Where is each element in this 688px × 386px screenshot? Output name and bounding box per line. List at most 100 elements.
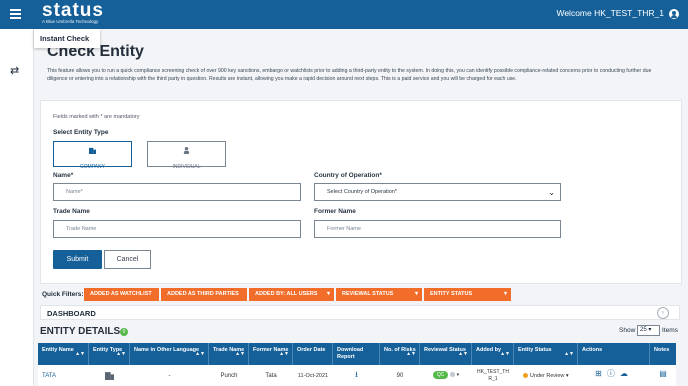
- col-entity-status[interactable]: Entity Status ▲▼: [514, 343, 578, 365]
- former-name-cell: Tata: [265, 373, 277, 379]
- chevron-down-icon: ▾: [503, 291, 507, 297]
- col-risks[interactable]: No. of Risks ▲▼: [380, 343, 420, 365]
- country-select[interactable]: Select Country of Operation* ⌄: [314, 183, 561, 201]
- trade-name-label: Trade Name: [53, 208, 90, 215]
- entity-details-title: ENTITY DETAILS: [40, 326, 121, 337]
- former-name-label: Former Name: [314, 208, 356, 215]
- items-label: Items: [662, 327, 678, 334]
- chevron-down-icon: ▾: [456, 372, 460, 378]
- status-dot-icon: [449, 371, 455, 377]
- filter-added-by-button[interactable]: ADDED BY: ALL USERS ▾: [249, 288, 334, 301]
- added-by-cell: HK_TEST_THR_1: [477, 369, 509, 382]
- col-entity-type[interactable]: Entity Type ▲▼: [89, 343, 130, 365]
- entity-count-badge: 0: [120, 328, 128, 336]
- entity-type-label: Select Entity Type: [53, 129, 109, 136]
- tab-instant-check[interactable]: Instant Check: [34, 29, 100, 48]
- company-type-label: COMPANY: [80, 164, 105, 170]
- col-label: Entity Name: [42, 347, 74, 353]
- col-other-language[interactable]: Name in Other Language ▲▼: [130, 343, 209, 365]
- col-former-name[interactable]: Former Name ▲▼: [249, 343, 293, 365]
- col-reviewal-status[interactable]: Reviewal Status ▲▼: [420, 343, 472, 365]
- order-date-cell: 11-Oct-2021: [297, 373, 329, 379]
- submit-button[interactable]: Submit: [53, 250, 102, 269]
- former-name-input[interactable]: Former Name: [314, 220, 561, 238]
- col-added-by[interactable]: Added by ▲▼: [472, 343, 514, 365]
- qc-badge: QC: [432, 371, 449, 379]
- sort-icon: ▲▼: [279, 351, 289, 357]
- filter-third-parties-button[interactable]: ADDED AS THIRD PARTIES: [161, 288, 247, 301]
- top-bar: status A Blue Umbrella Technology Welcom…: [0, 0, 688, 29]
- dashboard-label: DASHBOARD: [47, 309, 96, 318]
- filter-added-by-label: ADDED BY: ALL USERS: [255, 291, 318, 297]
- status-dot-icon: [523, 373, 529, 379]
- building-icon: [89, 365, 130, 386]
- info-icon[interactable]: ⓘ: [607, 369, 620, 378]
- individual-type-label: INDIVIDUAL: [172, 164, 201, 170]
- trade-name-cell: Punch: [220, 373, 238, 379]
- name-label: Name*: [53, 172, 74, 179]
- name-input[interactable]: Name*: [53, 183, 301, 201]
- org-chart-icon[interactable]: ⊞: [595, 369, 607, 378]
- sidebar: ⇄: [0, 29, 34, 386]
- col-order-date[interactable]: Order Date: [293, 343, 333, 365]
- logo-text: status: [42, 0, 104, 21]
- country-select-value: Select Country of Operation*: [327, 189, 398, 195]
- filter-entity-status-button[interactable]: ENTITY STATUS ▾: [424, 288, 511, 301]
- person-icon: [183, 147, 190, 154]
- page-size-select[interactable]: 25 ▾: [637, 325, 660, 336]
- download-icon[interactable]: ⭳: [333, 365, 380, 386]
- chevron-right-icon[interactable]: ›: [657, 307, 669, 319]
- col-trade-name[interactable]: Trade Name ▲▼: [209, 343, 249, 365]
- logo: status A Blue Umbrella Technology: [42, 0, 104, 25]
- chevron-down-icon: ▾: [565, 373, 569, 379]
- building-icon: [89, 147, 96, 154]
- menu-icon[interactable]: [10, 9, 21, 21]
- filter-entity-status-label: ENTITY STATUS: [430, 291, 473, 297]
- trade-name-input[interactable]: Trade Name: [53, 220, 301, 238]
- page-intro: This feature allows you to run a quick c…: [47, 68, 652, 82]
- col-label: Download Report: [337, 347, 364, 360]
- filter-reviewal-label: REVIEWAL STATUS: [342, 291, 394, 297]
- reviewal-status-cell[interactable]: QC ▾: [420, 365, 472, 386]
- table-header: Entity Name ▲▼ Entity Type ▲▼ Name in Othe…: [38, 343, 676, 365]
- entity-name-link[interactable]: TATA: [38, 365, 89, 386]
- col-label: Entity Status: [518, 347, 552, 353]
- col-notes: Notes: [650, 343, 676, 365]
- user-icon[interactable]: [669, 9, 679, 19]
- sort-icon: ▲▼: [458, 351, 468, 357]
- page-size-value: 25: [640, 327, 647, 333]
- sort-icon: ▲▼: [195, 351, 205, 357]
- mandatory-note: Fields marked with * are mandatory: [53, 114, 140, 120]
- col-download-report: Download Report: [333, 343, 380, 365]
- col-label: Notes: [654, 347, 670, 353]
- sort-icon: ▲▼: [235, 351, 245, 357]
- chevron-down-icon: ▾: [414, 291, 418, 297]
- dashboard-panel[interactable]: DASHBOARD ›: [40, 305, 680, 320]
- notes-icon[interactable]: ▤: [650, 365, 676, 386]
- country-label: Country of Operation*: [314, 172, 382, 179]
- col-actions: Actions: [578, 343, 650, 365]
- sort-icon: ▲▼: [564, 351, 574, 357]
- individual-type-button[interactable]: INDIVIDUAL: [147, 141, 226, 170]
- col-label: Actions: [582, 347, 603, 353]
- welcome-text: Welcome HK_TEST_THR_1: [556, 8, 664, 18]
- entity-status-cell[interactable]: Under Review ▾: [514, 365, 578, 386]
- check-entity-form: Fields marked with * are mandatory Selec…: [40, 100, 682, 284]
- col-entity-name[interactable]: Entity Name ▲▼: [38, 343, 89, 365]
- filter-reviewal-status-button[interactable]: REVIEWAL STATUS ▾: [336, 288, 422, 301]
- cancel-button[interactable]: Cancel: [104, 250, 151, 269]
- col-label: Added by: [476, 347, 502, 353]
- cloud-sync-icon[interactable]: ☁: [620, 369, 633, 378]
- quick-filters-label: Quick Filters:: [42, 291, 84, 298]
- filter-watchlist-button[interactable]: ADDED AS WATCHLIST: [84, 288, 159, 301]
- chevron-down-icon: ⌄: [548, 188, 555, 197]
- col-label: Name in Other Language: [134, 347, 200, 353]
- table-row: TATA - Punch Tata 11-Oct-2021 ⭳ 90 QC ▾ …: [38, 365, 676, 386]
- other-language-cell: -: [168, 373, 171, 379]
- company-type-button[interactable]: COMPANY: [53, 141, 132, 170]
- col-label: Order Date: [297, 347, 326, 353]
- sort-icon: ▲▼: [500, 351, 510, 357]
- swap-icon[interactable]: ⇄: [10, 64, 19, 77]
- risks-cell: 90: [396, 373, 404, 379]
- logo-tagline: A Blue Umbrella Technology: [42, 19, 99, 24]
